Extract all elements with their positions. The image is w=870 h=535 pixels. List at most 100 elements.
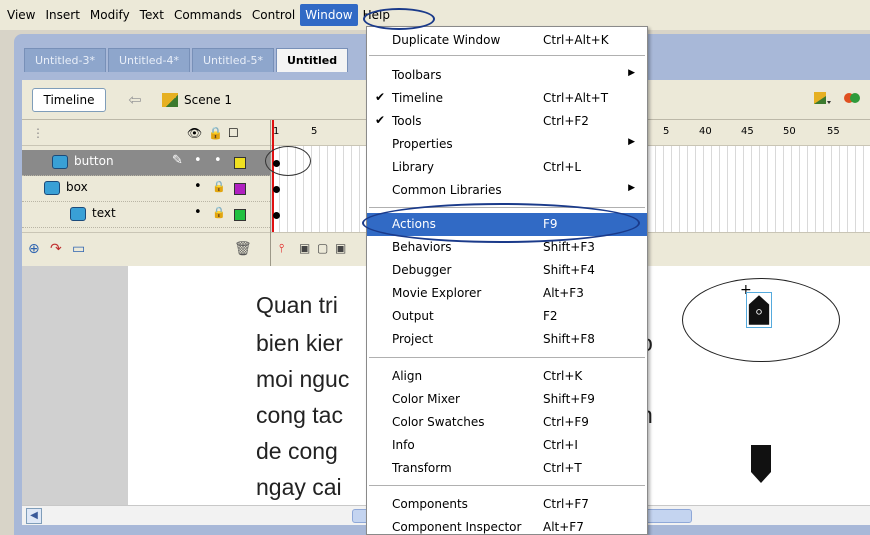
- keyframe[interactable]: [273, 186, 280, 193]
- menu-item-component-inspector[interactable]: Component Inspector Alt+F7: [367, 516, 647, 535]
- outline-swatch[interactable]: [234, 209, 246, 221]
- scene-label: Scene 1: [184, 93, 233, 107]
- scene-icon: [162, 93, 178, 107]
- stage-text-line: bien kier: [256, 330, 343, 356]
- drag-handle-icon[interactable]: ⋮: [32, 126, 44, 140]
- ruler-number: 50: [783, 126, 796, 137]
- submenu-arrow-icon: ▶: [628, 183, 635, 193]
- layer-row-box[interactable]: box • 🔒: [22, 176, 270, 202]
- add-motion-guide-icon[interactable]: ↷: [50, 241, 62, 257]
- annotation-ellipse-actions: [362, 203, 640, 243]
- menu-commands[interactable]: Commands: [169, 4, 247, 26]
- layer-name: box: [66, 180, 88, 194]
- stage-text-line: moi nguc: [256, 366, 350, 392]
- menu-item-common-libraries[interactable]: Common Libraries ▶: [367, 179, 647, 202]
- menu-separator: [369, 485, 645, 486]
- menu-window[interactable]: Window: [300, 4, 358, 26]
- lock-icon[interactable]: 🔒: [212, 180, 226, 193]
- button-symbol[interactable]: [746, 292, 772, 328]
- layer-row-button[interactable]: button ✎ • •: [22, 150, 270, 176]
- document-tabs: Untitled-3* Untitled-4* Untitled-5* Unti…: [24, 48, 349, 72]
- edit-scene-icon[interactable]: [812, 88, 832, 108]
- stage-text-line: cong tac: [256, 402, 343, 428]
- menu-item-project[interactable]: Project Shift+F8: [367, 328, 647, 351]
- tab-untitled-5[interactable]: Untitled-5*: [191, 48, 274, 72]
- menu-item-color-swatches[interactable]: Color Swatches Ctrl+F9: [367, 411, 647, 434]
- scroll-left-icon[interactable]: ◀: [26, 508, 42, 524]
- ruler-number: 40: [699, 126, 712, 137]
- submenu-arrow-icon: ▶: [628, 137, 635, 147]
- stage-text-line: Quan tri: [256, 292, 338, 318]
- menu-view[interactable]: View: [2, 4, 40, 26]
- window-menu-dropdown: Duplicate Window Ctrl+Alt+K Toolbars ▶ ✔ Ti…: [366, 26, 648, 535]
- layer-row-text[interactable]: text • 🔒: [22, 202, 270, 228]
- onion-outline-icon[interactable]: ▢: [317, 241, 328, 255]
- menu-text[interactable]: Text: [135, 4, 169, 26]
- menu-item-duplicate-window[interactable]: Duplicate Window Ctrl+Alt+K: [367, 29, 647, 52]
- menu-item-transform[interactable]: Transform Ctrl+T: [367, 457, 647, 480]
- layer-header: ⋮ 👁 🔒 ☐: [22, 120, 270, 146]
- layer-name: button: [74, 154, 114, 168]
- edit-multiple-frames-icon[interactable]: ▣: [335, 241, 346, 255]
- onion-skin-icon[interactable]: ▣: [299, 241, 310, 255]
- menu-separator: [369, 357, 645, 358]
- layer-symbol-icon: [44, 180, 60, 195]
- ruler-number: 55: [827, 126, 840, 137]
- checkmark-icon: ✔: [375, 90, 386, 104]
- layer-list: ⋮ 👁 🔒 ☐ button ✎ • • box • 🔒 text • 🔒 ⊕ …: [22, 120, 270, 266]
- menu-item-info[interactable]: Info Ctrl+I: [367, 434, 647, 457]
- menu-item-movie-explorer[interactable]: Movie Explorer Alt+F3: [367, 282, 647, 305]
- annotation-ellipse-window: [363, 8, 435, 30]
- pentagon-shape[interactable]: [750, 444, 772, 484]
- visibility-dot[interactable]: •: [194, 153, 202, 168]
- submenu-arrow-icon: ▶: [628, 68, 635, 78]
- layer-symbol-icon: [70, 206, 86, 221]
- visibility-dot[interactable]: •: [194, 205, 202, 220]
- lock-icon[interactable]: 🔒: [212, 206, 226, 219]
- insert-folder-icon[interactable]: ▭: [72, 241, 85, 257]
- tab-untitled-active[interactable]: Untitled: [275, 48, 349, 72]
- edit-symbol-icon[interactable]: [842, 88, 862, 108]
- tab-untitled-3[interactable]: Untitled-3*: [24, 48, 106, 72]
- layer-symbol-icon: [52, 154, 68, 169]
- edit-bar-icons: [812, 88, 862, 108]
- outline-swatch[interactable]: [234, 183, 246, 195]
- delete-layer-icon[interactable]: 🗑: [234, 241, 252, 257]
- pencil-icon: ✎: [172, 153, 183, 168]
- outline-icon[interactable]: ☐: [228, 126, 239, 140]
- back-arrow-icon[interactable]: ⇦: [120, 88, 150, 112]
- menu-item-output[interactable]: Output F2: [367, 305, 647, 328]
- timeline-toggle-button[interactable]: Timeline: [32, 88, 106, 112]
- lock-dot[interactable]: •: [214, 153, 222, 168]
- menu-item-library[interactable]: Library Ctrl+L: [367, 156, 647, 179]
- lock-icon[interactable]: 🔒: [208, 126, 223, 140]
- center-frame-icon[interactable]: ⫯: [279, 241, 284, 256]
- stage-text-line: ngay cai: [256, 474, 342, 500]
- menu-item-tools[interactable]: ✔ Tools Ctrl+F2: [367, 110, 647, 133]
- menu-item-toolbars[interactable]: Toolbars ▶: [367, 64, 647, 87]
- menu-item-components[interactable]: Components Ctrl+F7: [367, 493, 647, 516]
- menu-item-timeline[interactable]: ✔ Timeline Ctrl+Alt+T: [367, 87, 647, 110]
- menu-modify[interactable]: Modify: [85, 4, 135, 26]
- tab-untitled-4[interactable]: Untitled-4*: [107, 48, 190, 72]
- menu-item-properties[interactable]: Properties ▶: [367, 133, 647, 156]
- outline-swatch[interactable]: [234, 157, 246, 169]
- scene-breadcrumb[interactable]: Scene 1: [162, 88, 232, 112]
- menu-insert[interactable]: Insert: [40, 4, 84, 26]
- ruler-number: 45: [741, 126, 754, 137]
- stage-text-line: de cong: [256, 438, 338, 464]
- menu-item-debugger[interactable]: Debugger Shift+F4: [367, 259, 647, 282]
- keyframe[interactable]: [273, 212, 280, 219]
- visibility-dot[interactable]: •: [194, 179, 202, 194]
- insert-layer-icon[interactable]: ⊕: [28, 241, 40, 257]
- layer-name: text: [92, 206, 116, 220]
- eye-icon[interactable]: 👁: [187, 126, 202, 140]
- menu-separator: [369, 55, 645, 56]
- ruler-number: 5: [663, 126, 670, 137]
- layer-footer: ⊕ ↷ ▭ 🗑: [22, 232, 270, 266]
- menu-item-align[interactable]: Align Ctrl+K: [367, 365, 647, 388]
- menu-control[interactable]: Control: [247, 4, 300, 26]
- menu-item-color-mixer[interactable]: Color Mixer Shift+F9: [367, 388, 647, 411]
- ruler-number: 5: [311, 126, 318, 137]
- annotation-ellipse-keyframe: [265, 146, 311, 176]
